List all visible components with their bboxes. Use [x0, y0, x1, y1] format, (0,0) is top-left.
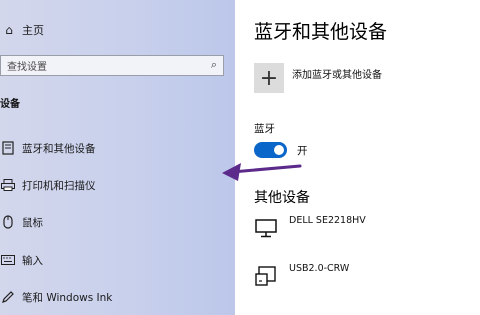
sidebar-item-mouse[interactable]: 鼠标 [0, 211, 230, 233]
home-icon: ⌂ [5, 23, 13, 37]
main-content: 蓝牙和其他设备 + 添加蓝牙或其他设备 蓝牙 开 其他设备 DELL SE221… [235, 0, 480, 315]
sidebar-item-label: 打印机和扫描仪 [22, 179, 96, 192]
section-title: 设备 [0, 99, 20, 110]
pen-icon [0, 289, 16, 305]
page-title: 蓝牙和其他设备 [254, 21, 388, 43]
sidebar-item-pen[interactable]: 笔和 Windows Ink [0, 286, 230, 308]
monitor-icon [254, 216, 278, 240]
bluetooth-toggle-state: 开 [297, 145, 308, 157]
sidebar-item-label: 笔和 Windows Ink [22, 291, 113, 304]
device-name: DELL SE2218HV [289, 215, 366, 226]
add-device-button[interactable]: + [254, 63, 284, 93]
sidebar: ⌂ 主页 查找设置 ⌕ 设备 蓝牙和其他设备 打印机和扫描仪 鼠标 输入 笔和 … [0, 0, 235, 315]
bluetooth-toggle[interactable] [254, 142, 287, 158]
search-input[interactable]: 查找设置 [7, 58, 47, 73]
home-label: 主页 [22, 24, 44, 37]
other-devices-title: 其他设备 [254, 190, 310, 206]
printer-icon [0, 177, 16, 193]
device-name: USB2.0-CRW [289, 263, 350, 274]
sidebar-item-label: 鼠标 [22, 216, 43, 229]
search-icon[interactable]: ⌕ [211, 58, 217, 72]
search-box[interactable]: 查找设置 ⌕ [0, 55, 224, 76]
device-item[interactable]: DELL SE2218HV [254, 213, 474, 243]
home-nav[interactable]: ⌂ 主页 [0, 20, 44, 40]
add-device-label[interactable]: 添加蓝牙或其他设备 [292, 66, 382, 81]
sidebar-item-bluetooth[interactable]: 蓝牙和其他设备 [0, 137, 230, 159]
toggle-knob [274, 145, 284, 155]
bluetooth-label: 蓝牙 [254, 123, 275, 135]
sidebar-item-printers[interactable]: 打印机和扫描仪 [0, 174, 230, 196]
mouse-icon [0, 214, 16, 230]
plus-icon: + [259, 65, 279, 91]
card-reader-icon [254, 264, 278, 288]
bluetooth-devices-icon [0, 140, 16, 156]
device-item[interactable]: USB2.0-CRW [254, 261, 474, 291]
keyboard-icon [0, 252, 16, 268]
sidebar-item-label: 输入 [22, 254, 43, 267]
sidebar-item-label: 蓝牙和其他设备 [22, 142, 96, 155]
sidebar-item-typing[interactable]: 输入 [0, 249, 230, 271]
